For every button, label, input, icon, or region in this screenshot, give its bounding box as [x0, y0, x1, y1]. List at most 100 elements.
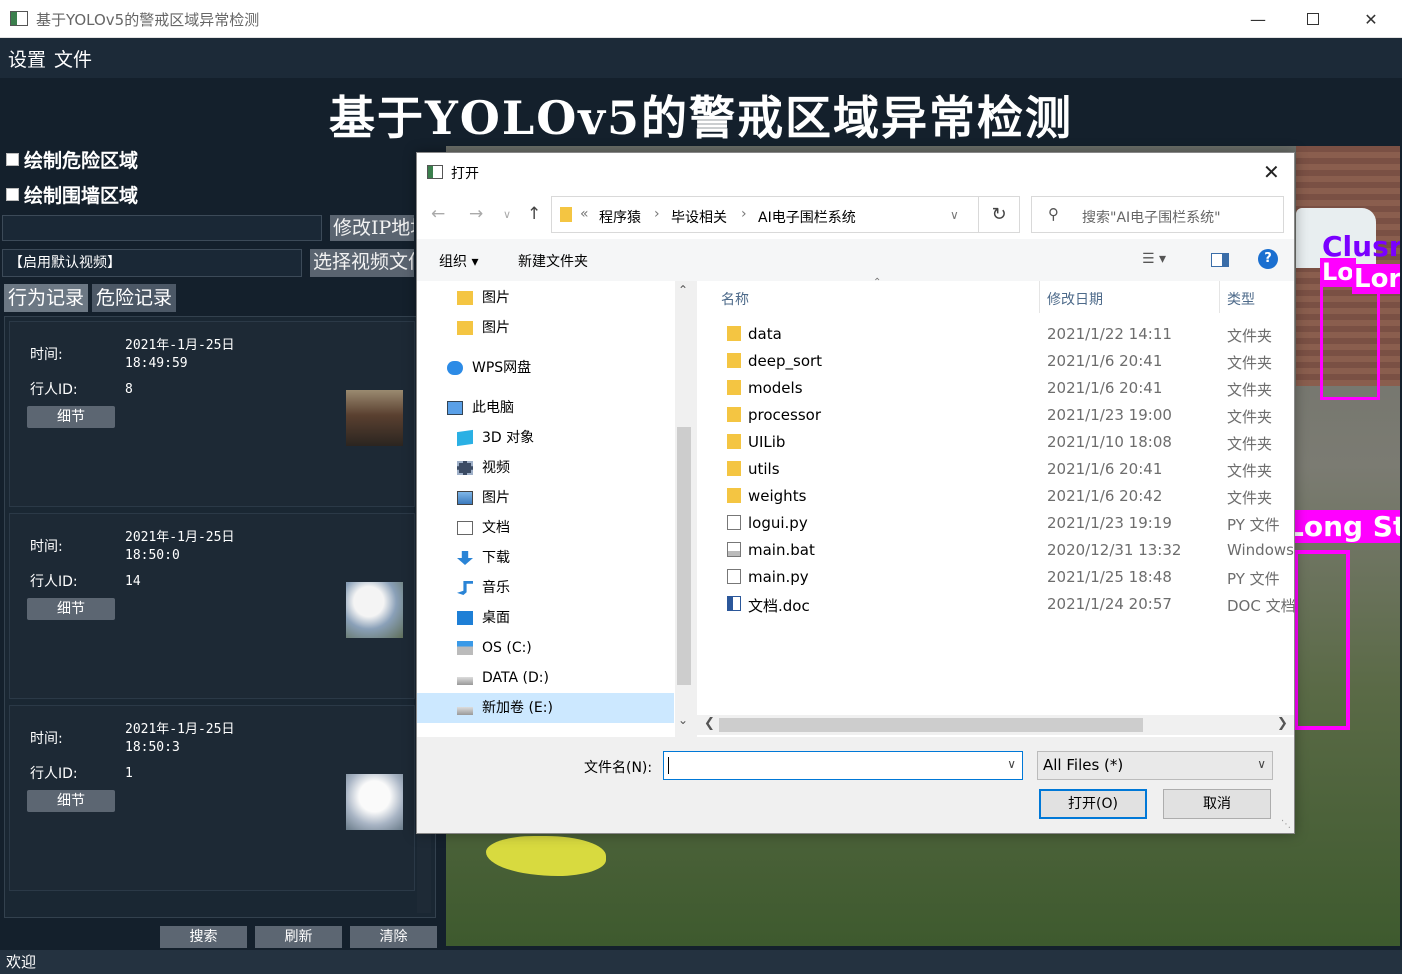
- menu-settings[interactable]: 设置: [8, 45, 46, 72]
- maximize-button[interactable]: [1285, 0, 1341, 38]
- detail-button[interactable]: 细节: [27, 406, 115, 428]
- nav-item[interactable]: 桌面: [417, 603, 674, 633]
- nav-item[interactable]: 视频: [417, 453, 674, 483]
- ip-input[interactable]: [2, 215, 322, 241]
- tab-behavior-records[interactable]: 行为记录: [4, 284, 89, 312]
- forward-arrow-icon[interactable]: →: [469, 204, 483, 224]
- record-date: 2021年-1月-25日: [125, 338, 235, 353]
- file-row[interactable]: weights 2021/1/6 20:42 文件夹: [697, 483, 1294, 510]
- column-header-type[interactable]: 类型: [1227, 289, 1255, 309]
- draw-danger-checkbox[interactable]: 绘制危险区域: [6, 146, 138, 173]
- nav-item[interactable]: 此电脑: [417, 393, 674, 423]
- column-header-name[interactable]: 名称: [721, 289, 749, 309]
- pedestrian-id: 8: [125, 382, 133, 397]
- draw-fence-checkbox[interactable]: 绘制围墙区域: [6, 181, 138, 208]
- scrollbar-thumb[interactable]: [677, 427, 691, 685]
- resize-grip-icon[interactable]: ⋱: [1281, 819, 1291, 830]
- refresh-icon[interactable]: ↻: [978, 197, 1019, 232]
- open-button[interactable]: 打开(O): [1039, 789, 1147, 819]
- dialog-app-icon: [427, 165, 443, 179]
- film-icon: [457, 461, 473, 475]
- tab-danger-records[interactable]: 危险记录: [92, 284, 177, 312]
- file-row[interactable]: 文档.doc 2021/1/24 20:57 DOC 文档: [697, 591, 1296, 618]
- nav-item[interactable]: 音乐: [417, 573, 674, 603]
- video-source-select[interactable]: 【启用默认视频】: [2, 249, 302, 277]
- preview-pane-icon[interactable]: [1211, 253, 1229, 267]
- clear-button[interactable]: 清除: [350, 926, 437, 948]
- column-header-date[interactable]: 修改日期: [1047, 289, 1103, 309]
- scroll-up-icon[interactable]: ⌃: [678, 283, 688, 297]
- refresh-button[interactable]: 刷新: [255, 926, 342, 948]
- chevron-down-icon[interactable]: ∨: [950, 208, 959, 222]
- file-row[interactable]: deep_sort 2021/1/6 20:41 文件夹: [697, 348, 1294, 375]
- detail-button[interactable]: 细节: [27, 790, 115, 812]
- nav-item-label: 图片: [482, 290, 510, 306]
- path-segment[interactable]: 程序猿: [599, 207, 641, 227]
- folder-icon: [727, 434, 741, 449]
- file-name: deep_sort: [748, 352, 823, 370]
- minimize-button[interactable]: —: [1230, 0, 1286, 38]
- dialog-close-button[interactable]: ✕: [1263, 160, 1280, 184]
- recent-chevron-icon[interactable]: ∨: [503, 208, 511, 221]
- nav-item[interactable]: WPS网盘: [417, 353, 674, 383]
- search-button[interactable]: 搜索: [160, 926, 247, 948]
- scroll-down-icon[interactable]: ⌄: [678, 713, 688, 727]
- choose-video-button[interactable]: 选择视频文件: [310, 249, 414, 277]
- file-row[interactable]: main.bat 2020/12/31 13:32 Windows: [697, 537, 1294, 564]
- checkbox-box[interactable]: [6, 188, 19, 201]
- nav-item[interactable]: 下载: [417, 543, 674, 573]
- scroll-right-icon[interactable]: ❯: [1277, 716, 1288, 731]
- path-overflow[interactable]: «: [580, 206, 589, 222]
- menu-file[interactable]: 文件: [54, 45, 92, 72]
- path-segment[interactable]: 毕设相关: [671, 207, 727, 227]
- address-bar[interactable]: « 程序猿 › 毕设相关 › AI电子围栏系统 ∨: [551, 196, 1020, 233]
- nav-item[interactable]: DATA (D:): [417, 663, 674, 693]
- scroll-left-icon[interactable]: ❮: [704, 716, 715, 731]
- help-icon[interactable]: ?: [1258, 249, 1278, 269]
- file-row[interactable]: UILib 2021/1/10 18:08 文件夹: [697, 429, 1294, 456]
- navigation-scrollbar[interactable]: ⌃ ⌄: [675, 281, 693, 737]
- filename-input[interactable]: ∨: [663, 751, 1023, 780]
- picture-icon: [457, 491, 473, 505]
- path-segment[interactable]: AI电子围栏系统: [758, 207, 856, 227]
- nav-item[interactable]: 图片: [417, 313, 674, 343]
- nav-item[interactable]: 图片: [417, 283, 674, 313]
- horizontal-scrollbar[interactable]: ❮ ❯: [697, 715, 1294, 735]
- change-ip-button[interactable]: 修改IP地址: [330, 215, 414, 241]
- search-input[interactable]: ⚲ 搜索"AI电子围栏系统": [1031, 196, 1284, 233]
- close-button[interactable]: ✕: [1343, 0, 1399, 38]
- file-row[interactable]: utils 2021/1/6 20:41 文件夹: [697, 456, 1294, 483]
- nav-item[interactable]: OS (C:): [417, 633, 674, 663]
- back-arrow-icon[interactable]: ←: [431, 204, 445, 224]
- column-divider: [1219, 281, 1220, 313]
- pc-icon: [447, 401, 463, 415]
- up-arrow-icon[interactable]: ↑: [527, 204, 541, 224]
- window-title: 基于YOLOv5的警戒区域异常检测: [36, 11, 260, 29]
- file-type: DOC 文档: [1227, 597, 1296, 615]
- chevron-down-icon[interactable]: ∨: [1007, 757, 1016, 771]
- nav-item[interactable]: 文档: [417, 513, 674, 543]
- nav-item[interactable]: 3D 对象: [417, 423, 674, 453]
- file-type: 文件夹: [1227, 489, 1273, 507]
- checkbox-box[interactable]: [6, 153, 19, 166]
- organize-menu[interactable]: 组织 ▾: [439, 251, 478, 271]
- view-options-icon[interactable]: ☰ ▾: [1142, 251, 1166, 267]
- column-divider: [1039, 281, 1040, 313]
- folder-icon: [727, 461, 741, 476]
- detection-label: Lor: [1352, 264, 1400, 294]
- file-row[interactable]: processor 2021/1/23 19:00 文件夹: [697, 402, 1294, 429]
- scrollbar-thumb[interactable]: [719, 718, 1143, 732]
- folder-icon: [727, 407, 741, 422]
- file-row[interactable]: data 2021/1/22 14:11 文件夹: [697, 321, 1294, 348]
- detail-button[interactable]: 细节: [27, 598, 115, 620]
- file-row[interactable]: models 2021/1/6 20:41 文件夹: [697, 375, 1294, 402]
- nav-item[interactable]: 图片: [417, 483, 674, 513]
- filter-value: All Files (*): [1043, 756, 1124, 774]
- file-type-filter[interactable]: All Files (*) ∨: [1037, 751, 1273, 780]
- file-row[interactable]: logui.py 2021/1/23 19:19 PY 文件: [697, 510, 1294, 537]
- chevron-down-icon[interactable]: ∨: [1257, 757, 1266, 771]
- file-row[interactable]: main.py 2021/1/25 18:48 PY 文件: [697, 564, 1294, 591]
- new-folder-button[interactable]: 新建文件夹: [518, 251, 588, 271]
- cancel-button[interactable]: 取消: [1163, 789, 1271, 819]
- nav-item[interactable]: 新加卷 (E:): [417, 693, 674, 723]
